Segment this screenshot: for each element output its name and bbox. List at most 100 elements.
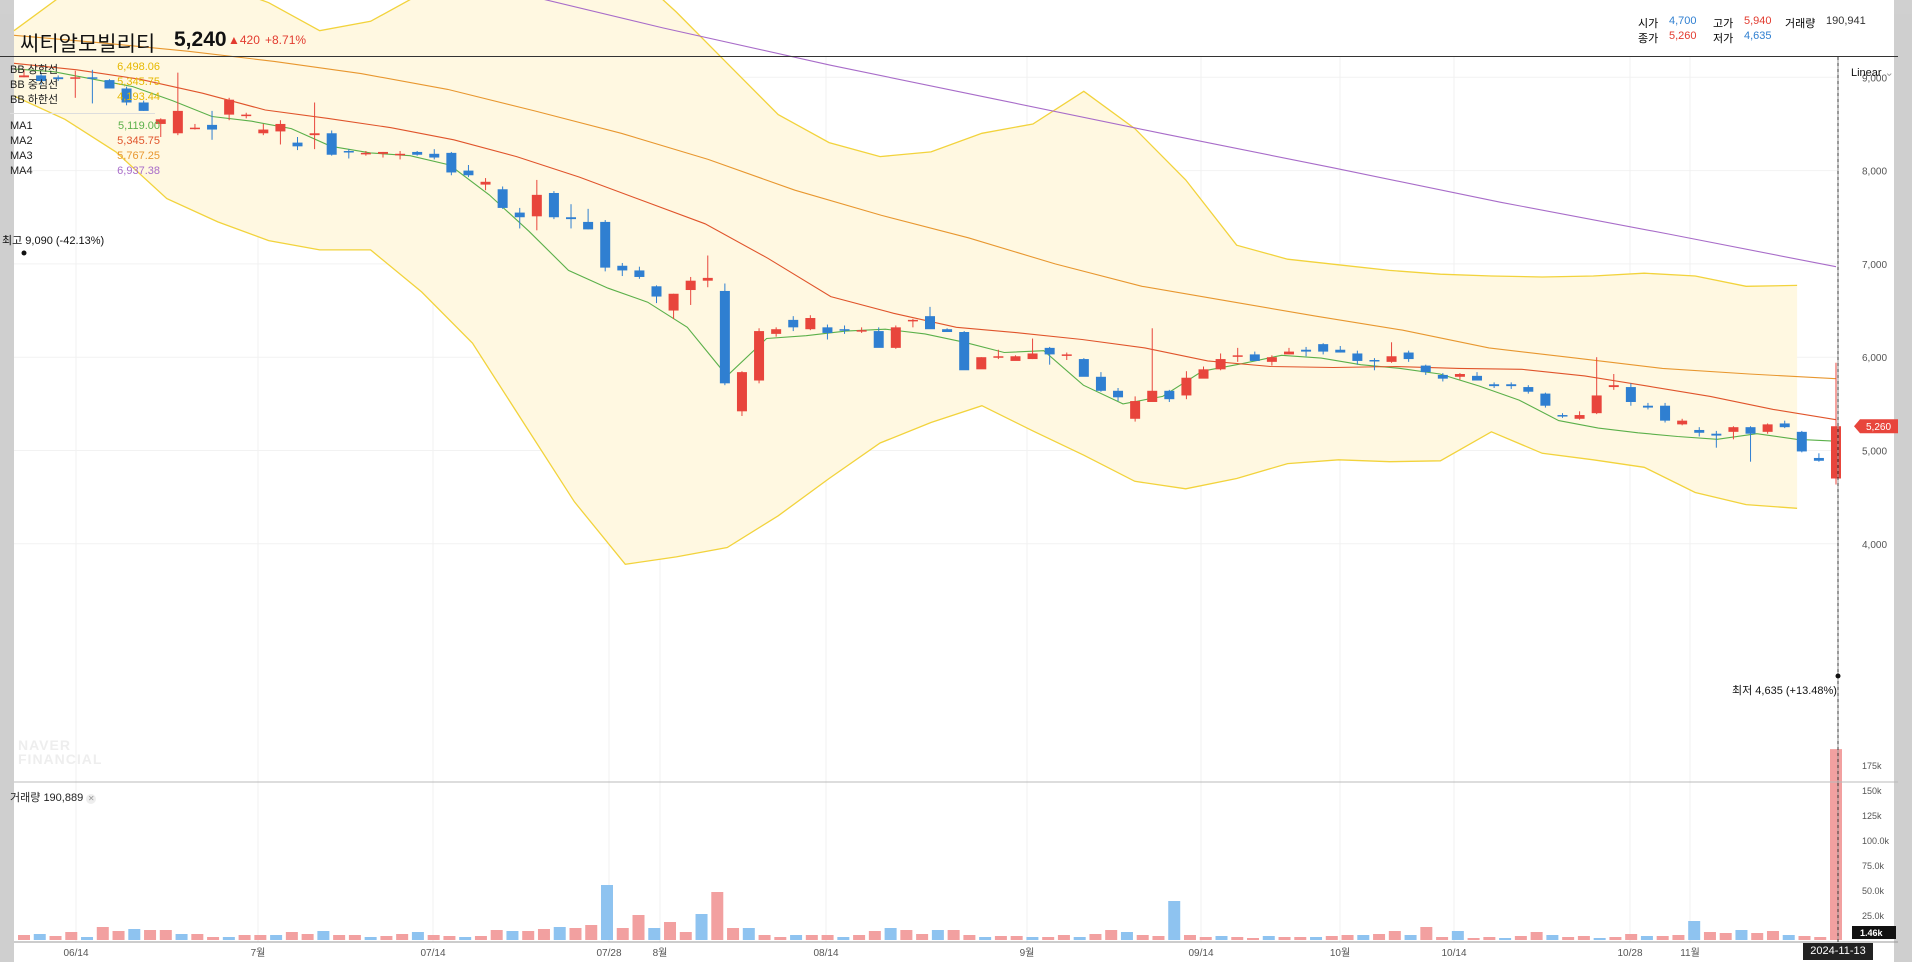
candle-body (1813, 457, 1824, 461)
volume-bar (1010, 936, 1023, 940)
candle-body (446, 152, 457, 173)
candle-body (531, 194, 542, 217)
candle-body (1318, 344, 1329, 352)
candle-body (976, 357, 987, 370)
candle-body (685, 280, 696, 291)
volume-bar (884, 928, 897, 940)
last-price-tag: 5,260 (1866, 422, 1891, 433)
x-tick-label: 9월 (1020, 947, 1035, 959)
candle-body (1027, 353, 1038, 360)
candle-body (788, 319, 799, 328)
legend-divider (10, 113, 155, 114)
candle-body (600, 221, 611, 268)
low-label: 저가 (1713, 33, 1734, 45)
volume-bar (853, 935, 866, 940)
volume-bar (979, 937, 992, 940)
candle-body (1420, 365, 1431, 373)
volume-tick-label: 100.0k (1862, 836, 1890, 846)
candle-body (1745, 427, 1756, 434)
candle-body (617, 265, 628, 271)
x-tick-label: 09/14 (1188, 948, 1213, 959)
candle-body (412, 151, 423, 155)
candle-body (736, 372, 747, 412)
volume-bar (175, 934, 188, 940)
scale-mode-dropdown[interactable]: Linear ⌄ (1851, 66, 1894, 79)
volume-bar (1215, 936, 1228, 940)
volume-bar (222, 937, 235, 940)
volume-bar (1152, 936, 1165, 940)
x-tick-label: 07/14 (420, 948, 445, 959)
current-price: 5,240 (174, 28, 227, 51)
volume-bar (18, 935, 30, 940)
high-value: 5,940 (1744, 15, 1772, 27)
volume-bar (1420, 927, 1433, 940)
volume-bar (805, 935, 818, 940)
volume-bar (1310, 937, 1323, 940)
volume-bar (711, 892, 724, 940)
volume-bar (758, 935, 771, 940)
x-tick-label: 10월 (1330, 947, 1350, 959)
candle-body (668, 293, 679, 311)
bollinger-bands (13, 0, 1798, 565)
volume-bar (81, 937, 94, 940)
legend-ma3: MA3 5,767.25 (10, 150, 160, 162)
candle-body (497, 189, 508, 208)
candle-body (241, 114, 252, 117)
volume-bars (18, 749, 1842, 940)
volume-bar (1546, 935, 1559, 940)
volume-bar (727, 928, 740, 940)
volume-bar (254, 935, 267, 940)
volume-bar (774, 937, 787, 940)
volume-bar (207, 937, 220, 940)
candle-body (1574, 415, 1585, 419)
candle-body (224, 99, 235, 115)
price-tick-label: 7,000 (1862, 260, 1887, 271)
candle-body (1677, 420, 1688, 425)
close-icon[interactable]: ✕ (86, 794, 97, 804)
volume-bar (191, 934, 204, 940)
candle-body (1437, 374, 1448, 379)
legend-bb-middle: BB 중심선 5,345.75 (10, 76, 160, 91)
volume-bar (380, 936, 393, 940)
candle-body (1130, 401, 1141, 419)
volume-legend-value: 190,889 (43, 792, 84, 804)
volume-bar (490, 930, 503, 940)
candle-body (839, 329, 850, 331)
volume-bar (1262, 936, 1275, 940)
candle-body (856, 330, 867, 332)
candle-body (754, 331, 765, 381)
volume-bar (1625, 934, 1638, 940)
candle-body (1386, 356, 1397, 362)
volume-legend: 거래량 190,889 ✕ (10, 792, 97, 804)
close-value: 5,260 (1669, 30, 1697, 42)
candle-body (702, 277, 713, 281)
candle-body (771, 329, 782, 334)
candle-body (1147, 390, 1158, 402)
candle-body (1164, 390, 1175, 400)
volume-bar (916, 934, 929, 940)
stock-name: 씨티알모빌리티 (20, 33, 156, 56)
volume-bar (1073, 937, 1086, 940)
volume-label-header: 거래량 (1785, 18, 1816, 30)
volume-bar (837, 937, 850, 940)
volume-bar (1404, 935, 1417, 940)
candle-body (1044, 347, 1055, 355)
legend-ma1: MA1 5,119.00 (10, 120, 160, 132)
candle-body (1523, 387, 1534, 392)
volume-bar (49, 936, 62, 940)
volume-bar (868, 931, 881, 940)
candle-body (822, 327, 833, 333)
volume-bar (931, 930, 944, 940)
candle-body (566, 217, 577, 220)
volume-bar (301, 934, 314, 940)
candle-body (1113, 390, 1124, 398)
candle-body (1472, 375, 1483, 381)
candle-body (1694, 429, 1705, 433)
volume-bar (679, 932, 692, 940)
volume-value-header: 190,941 (1826, 15, 1866, 27)
price-volume-chart[interactable]: 06/14 7월 07/14 07/28 8월 08/14 9월 09/14 10월 10/14 1… (0, 0, 1912, 962)
volume-bar (1120, 932, 1133, 940)
volume-bar (963, 935, 976, 940)
volume-bar (742, 928, 755, 940)
candle-body (959, 332, 970, 371)
